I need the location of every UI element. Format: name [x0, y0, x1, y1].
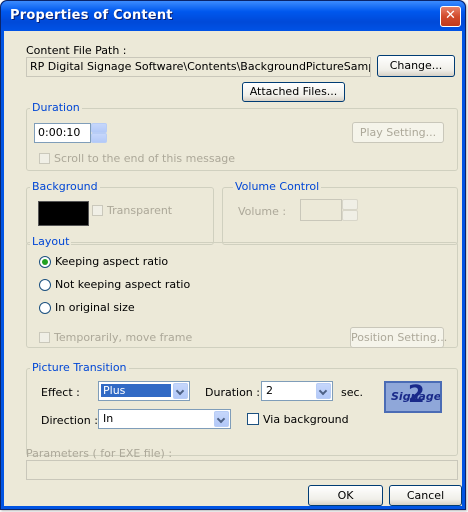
cancel-button[interactable]: Cancel: [389, 485, 462, 506]
transition-duration-select[interactable]: 2: [261, 381, 333, 401]
radio-selected-dot: [42, 259, 48, 265]
direction-label: Direction :: [41, 414, 98, 427]
layout-radio-keep-aspect[interactable]: [39, 256, 51, 268]
close-icon[interactable]: ✕: [440, 6, 461, 27]
picture-transition-group-title: Picture Transition: [30, 361, 129, 374]
chevron-down-icon[interactable]: [316, 383, 331, 399]
play-setting-button-label: Play Setting...: [359, 126, 437, 139]
properties-dialog: Properties of Content ✕ Content File Pat…: [0, 0, 466, 510]
layout-group-title: Layout: [30, 235, 72, 248]
via-background-checkbox[interactable]: [247, 413, 259, 425]
transparent-checkbox[interactable]: [92, 205, 103, 216]
attached-files-button[interactable]: Attached Files...: [242, 82, 345, 102]
transition-duration-value: 2: [266, 384, 273, 397]
move-frame-label: Temporarily, move frame: [54, 331, 193, 344]
volume-input[interactable]: [300, 199, 342, 221]
dialog-title: Properties of Content: [10, 8, 173, 23]
background-color-swatch[interactable]: [38, 201, 89, 226]
volume-spinner[interactable]: [342, 199, 358, 221]
duration-spinner[interactable]: [91, 123, 107, 143]
position-setting-button-label: Position Setting...: [351, 331, 448, 344]
transition-preview: Signage 2: [384, 381, 442, 413]
layout-radio-not-keep-aspect[interactable]: [39, 279, 51, 291]
duration-group-title: Duration: [30, 101, 82, 114]
layout-option-label: Not keeping aspect ratio: [55, 278, 191, 291]
volume-control-group-title: Volume Control: [233, 180, 322, 193]
parameters-input[interactable]: [26, 460, 458, 480]
spin-down-icon[interactable]: [91, 133, 107, 143]
chevron-down-icon[interactable]: [173, 383, 188, 399]
title-bar[interactable]: Properties of Content ✕: [1, 1, 465, 31]
chevron-down-icon[interactable]: [214, 411, 229, 427]
position-setting-button[interactable]: Position Setting...: [350, 327, 448, 348]
dialog-body: Content File Path : RP Digital Signage S…: [4, 31, 462, 506]
parameters-label: Parameters ( for EXE file) :: [26, 447, 173, 460]
content-file-path-label: Content File Path :: [26, 44, 127, 57]
duration-input[interactable]: 0:00:10: [34, 123, 91, 143]
change-button-label: Change...: [389, 59, 443, 72]
attached-files-button-label: Attached Files...: [249, 85, 338, 98]
change-button[interactable]: Change...: [377, 55, 455, 77]
play-setting-button[interactable]: Play Setting...: [352, 122, 444, 143]
cancel-button-label: Cancel: [406, 489, 445, 502]
effect-select[interactable]: Plus: [98, 381, 190, 401]
effect-label: Effect :: [41, 386, 80, 399]
transparent-label: Transparent: [107, 204, 173, 217]
direction-select-value: In: [103, 412, 114, 425]
via-background-label: Via background: [263, 413, 349, 426]
direction-select[interactable]: In: [98, 409, 231, 429]
move-frame-checkbox[interactable]: [39, 332, 50, 343]
ok-button-label: OK: [337, 489, 354, 502]
layout-option-label: In original size: [55, 301, 135, 314]
volume-spin-up-icon[interactable]: [342, 199, 358, 210]
layout-radio-original-size[interactable]: [39, 302, 51, 314]
volume-spin-down-icon[interactable]: [342, 210, 358, 221]
layout-option-label: Keeping aspect ratio: [55, 255, 169, 268]
volume-label: Volume :: [238, 205, 287, 218]
ok-button[interactable]: OK: [308, 485, 383, 506]
content-file-path-field[interactable]: RP Digital Signage Software\Contents\Bac…: [26, 57, 371, 77]
preview-number: 2: [408, 381, 425, 408]
background-group-title: Background: [30, 180, 100, 193]
transition-duration-label: Duration :: [205, 386, 260, 399]
scroll-to-end-label: Scroll to the end of this message: [54, 152, 236, 165]
scroll-to-end-checkbox[interactable]: [39, 153, 50, 164]
seconds-label: sec.: [341, 386, 364, 399]
effect-select-value: Plus: [101, 384, 171, 397]
spin-up-icon[interactable]: [91, 123, 107, 133]
